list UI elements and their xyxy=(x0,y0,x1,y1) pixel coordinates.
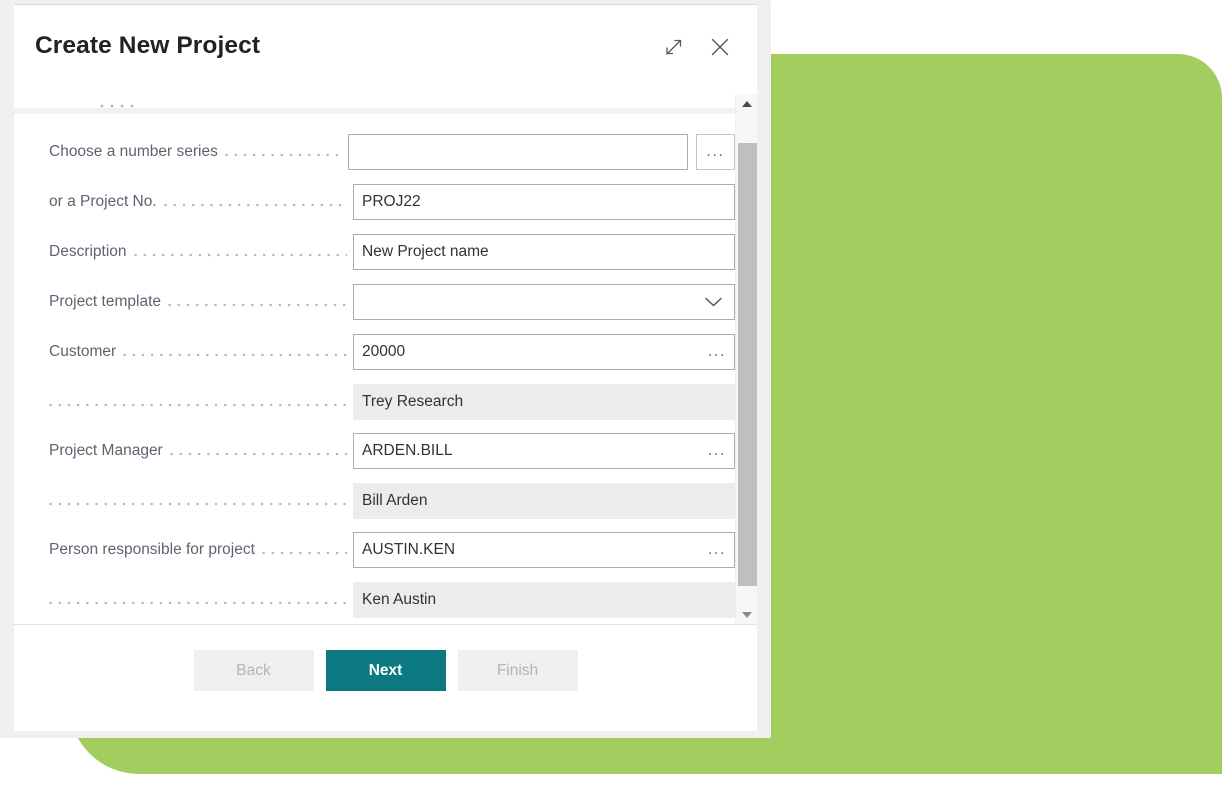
leader-dots xyxy=(168,301,347,309)
screen: Create New Project Choose a number serie… xyxy=(0,0,1222,797)
dialog-title: Create New Project xyxy=(35,31,261,59)
label-project-no: or a Project No. xyxy=(49,193,157,211)
dialog-titlebar: Create New Project xyxy=(14,5,757,93)
project-no-input[interactable]: PROJ22 xyxy=(353,184,735,220)
dialog-window-frame: Create New Project Choose a number serie… xyxy=(0,0,771,738)
dialog-scroll-region: Choose a number series ... or a Project … xyxy=(14,93,757,624)
project-form: Choose a number series ... or a Project … xyxy=(14,114,735,624)
form-row-project-manager-name: Bill Arden xyxy=(14,476,735,525)
customer-lookup-button[interactable]: ... xyxy=(708,344,726,360)
scroll-down-arrow-icon[interactable] xyxy=(736,605,757,624)
vertical-scrollbar[interactable] xyxy=(735,94,757,624)
label-person-responsible: Person responsible for project xyxy=(49,541,255,559)
control-person-responsible: AUSTIN.KEN ... xyxy=(353,532,735,568)
chevron-down-icon[interactable] xyxy=(704,296,723,308)
project-manager-input[interactable]: ARDEN.BILL xyxy=(353,433,735,469)
customer-input[interactable]: 20000 xyxy=(353,334,735,370)
control-number-series: ... xyxy=(348,134,735,170)
form-row-project-template: Project template xyxy=(14,277,735,327)
number-series-input[interactable] xyxy=(348,134,688,170)
form-row-customer: Customer 20000 ... xyxy=(14,327,735,377)
scrollbar-thumb[interactable] xyxy=(738,143,757,586)
control-person-responsible-name: Ken Austin xyxy=(353,581,735,618)
person-responsible-input[interactable]: AUSTIN.KEN xyxy=(353,532,735,568)
person-responsible-name-value: Ken Austin xyxy=(353,581,735,618)
clipped-previous-row xyxy=(14,94,737,114)
label-description: Description xyxy=(49,243,127,261)
create-new-project-dialog: Create New Project Choose a number serie… xyxy=(14,4,757,731)
form-row-person-responsible: Person responsible for project AUSTIN.KE… xyxy=(14,525,735,575)
finish-button[interactable]: Finish xyxy=(457,650,578,691)
control-project-template xyxy=(353,284,735,320)
control-customer-name: Trey Research xyxy=(353,383,735,420)
number-series-lookup-button[interactable]: ... xyxy=(696,134,735,170)
control-project-manager: ARDEN.BILL ... xyxy=(353,433,735,469)
titlebar-actions xyxy=(661,34,733,64)
control-project-no: PROJ22 xyxy=(353,184,735,220)
leader-dots xyxy=(163,201,347,209)
leader-dots xyxy=(49,499,347,508)
leader-dots xyxy=(133,251,347,259)
label-customer: Customer xyxy=(49,343,117,361)
leader-dots xyxy=(169,450,347,458)
control-description: New Project name xyxy=(353,234,735,270)
label-project-manager: Project Manager xyxy=(49,442,163,460)
label-number-series: Choose a number series xyxy=(49,143,218,161)
form-row-number-series: Choose a number series ... xyxy=(14,127,735,177)
leader-dots xyxy=(49,598,347,607)
leader-dots xyxy=(49,400,347,409)
project-template-select[interactable] xyxy=(353,284,735,320)
back-button[interactable]: Back xyxy=(193,650,314,691)
description-input[interactable]: New Project name xyxy=(353,234,735,270)
form-row-description: Description New Project name xyxy=(14,227,735,277)
label-project-template: Project template xyxy=(49,293,161,311)
form-row-project-no: or a Project No. PROJ22 xyxy=(14,177,735,227)
form-row-project-manager: Project Manager ARDEN.BILL ... xyxy=(14,426,735,476)
expand-diagonal-icon[interactable] xyxy=(661,34,687,60)
dialog-footer: Back Next Finish xyxy=(14,624,757,731)
next-button[interactable]: Next xyxy=(325,650,446,691)
close-x-icon[interactable] xyxy=(707,34,733,60)
project-manager-name-value: Bill Arden xyxy=(353,482,735,519)
form-row-person-responsible-name: Ken Austin xyxy=(14,575,735,624)
customer-name-value: Trey Research xyxy=(353,383,735,420)
form-row-customer-name: Trey Research xyxy=(14,377,735,426)
leader-dots xyxy=(123,351,347,359)
leader-dots xyxy=(224,151,342,159)
control-project-manager-name: Bill Arden xyxy=(353,482,735,519)
person-responsible-lookup-button[interactable]: ... xyxy=(708,542,726,558)
scroll-up-arrow-icon[interactable] xyxy=(736,94,757,113)
control-customer: 20000 ... xyxy=(353,334,735,370)
leader-dots xyxy=(261,549,347,557)
project-manager-lookup-button[interactable]: ... xyxy=(708,443,726,459)
